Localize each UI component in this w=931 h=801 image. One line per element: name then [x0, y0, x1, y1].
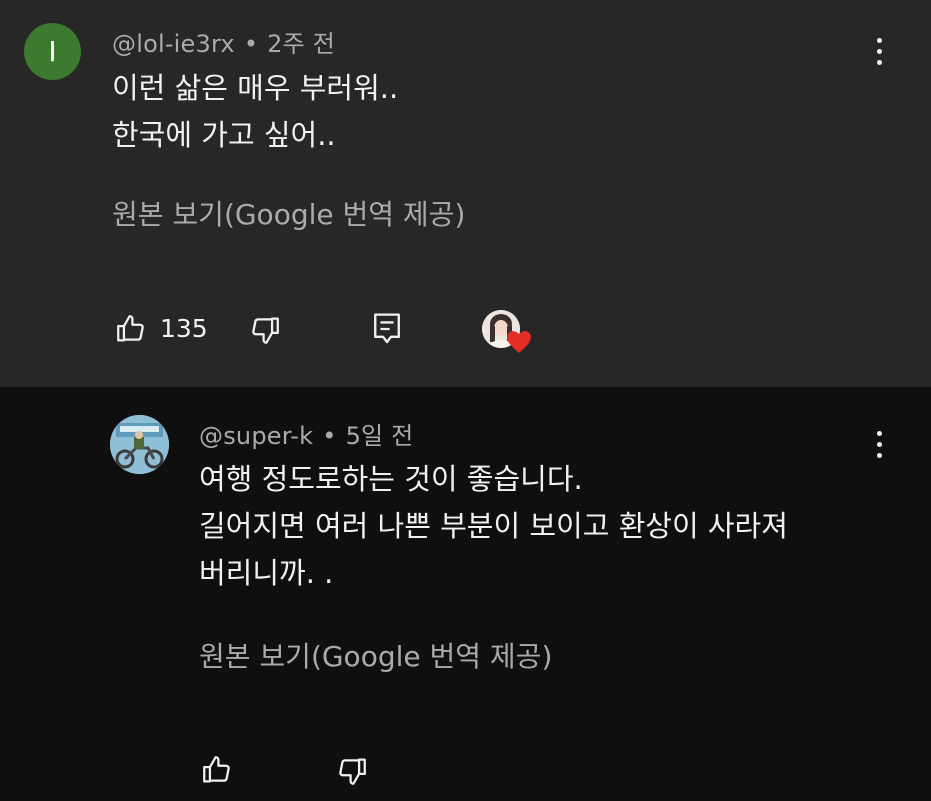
- author-handle[interactable]: @lol-ie3rx: [112, 30, 235, 58]
- dislike-button[interactable]: [335, 754, 369, 788]
- comment-meta: @lol-ie3rx • 2주 전: [112, 24, 335, 59]
- comment-meta: @super-k • 5일 전: [199, 416, 413, 451]
- comment-text: 이런 삶은 매우 부러워.. 한국에 가고 싶어..: [112, 71, 399, 152]
- like-count: 135: [160, 314, 208, 343]
- meta-separator: •: [322, 422, 337, 450]
- comment-item: I @lol-ie3rx • 2주 전 이런 삶은 매우 부러워.. 한국에 가고 …: [0, 0, 931, 387]
- dislike-icon: [339, 758, 366, 785]
- author-avatar[interactable]: I: [24, 23, 81, 80]
- avatar-letter: I: [48, 35, 57, 68]
- dislike-button[interactable]: [248, 313, 282, 347]
- creator-heart: [482, 310, 532, 356]
- like-icon: [117, 315, 144, 342]
- comment-time[interactable]: 2주 전: [267, 30, 335, 58]
- author-handle[interactable]: @super-k: [199, 422, 313, 450]
- more-vert-icon[interactable]: [864, 424, 894, 464]
- like-icon: [203, 756, 230, 783]
- creator-heart-icon: [507, 331, 531, 353]
- see-original-link[interactable]: 원본 보기(Google 번역 제공): [112, 193, 465, 233]
- reply-icon: [374, 313, 400, 344]
- author-avatar[interactable]: [110, 415, 169, 474]
- comment-text: 여행 정도로하는 것이 좋습니다. 길어지면 여러 나쁜 부분이 보이고 환상이…: [199, 462, 788, 590]
- reply-comment-item: @super-k • 5일 전 여행 정도로하는 것이 좋습니다. 길어지면 여러 …: [0, 387, 931, 801]
- comment-time[interactable]: 5일 전: [346, 422, 414, 450]
- more-vert-icon[interactable]: [864, 31, 894, 71]
- reply-button[interactable]: [372, 312, 402, 346]
- dislike-icon: [252, 317, 279, 344]
- like-button[interactable]: [200, 753, 234, 787]
- see-original-link[interactable]: 원본 보기(Google 번역 제공): [199, 635, 552, 675]
- like-button[interactable]: [114, 312, 148, 346]
- meta-separator: •: [243, 30, 259, 58]
